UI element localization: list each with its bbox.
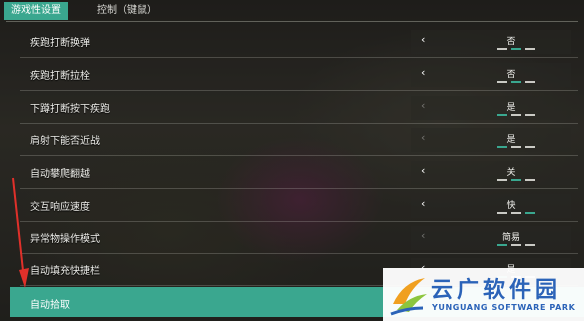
watermark-subtitle: YUNGUANG SOFTWARE PARK <box>432 303 576 312</box>
watermark: 云广软件园 YUNGUANG SOFTWARE PARK <box>383 268 584 321</box>
watermark-title: 云广软件园 <box>431 277 562 303</box>
watermark-logo-icon <box>390 278 427 316</box>
